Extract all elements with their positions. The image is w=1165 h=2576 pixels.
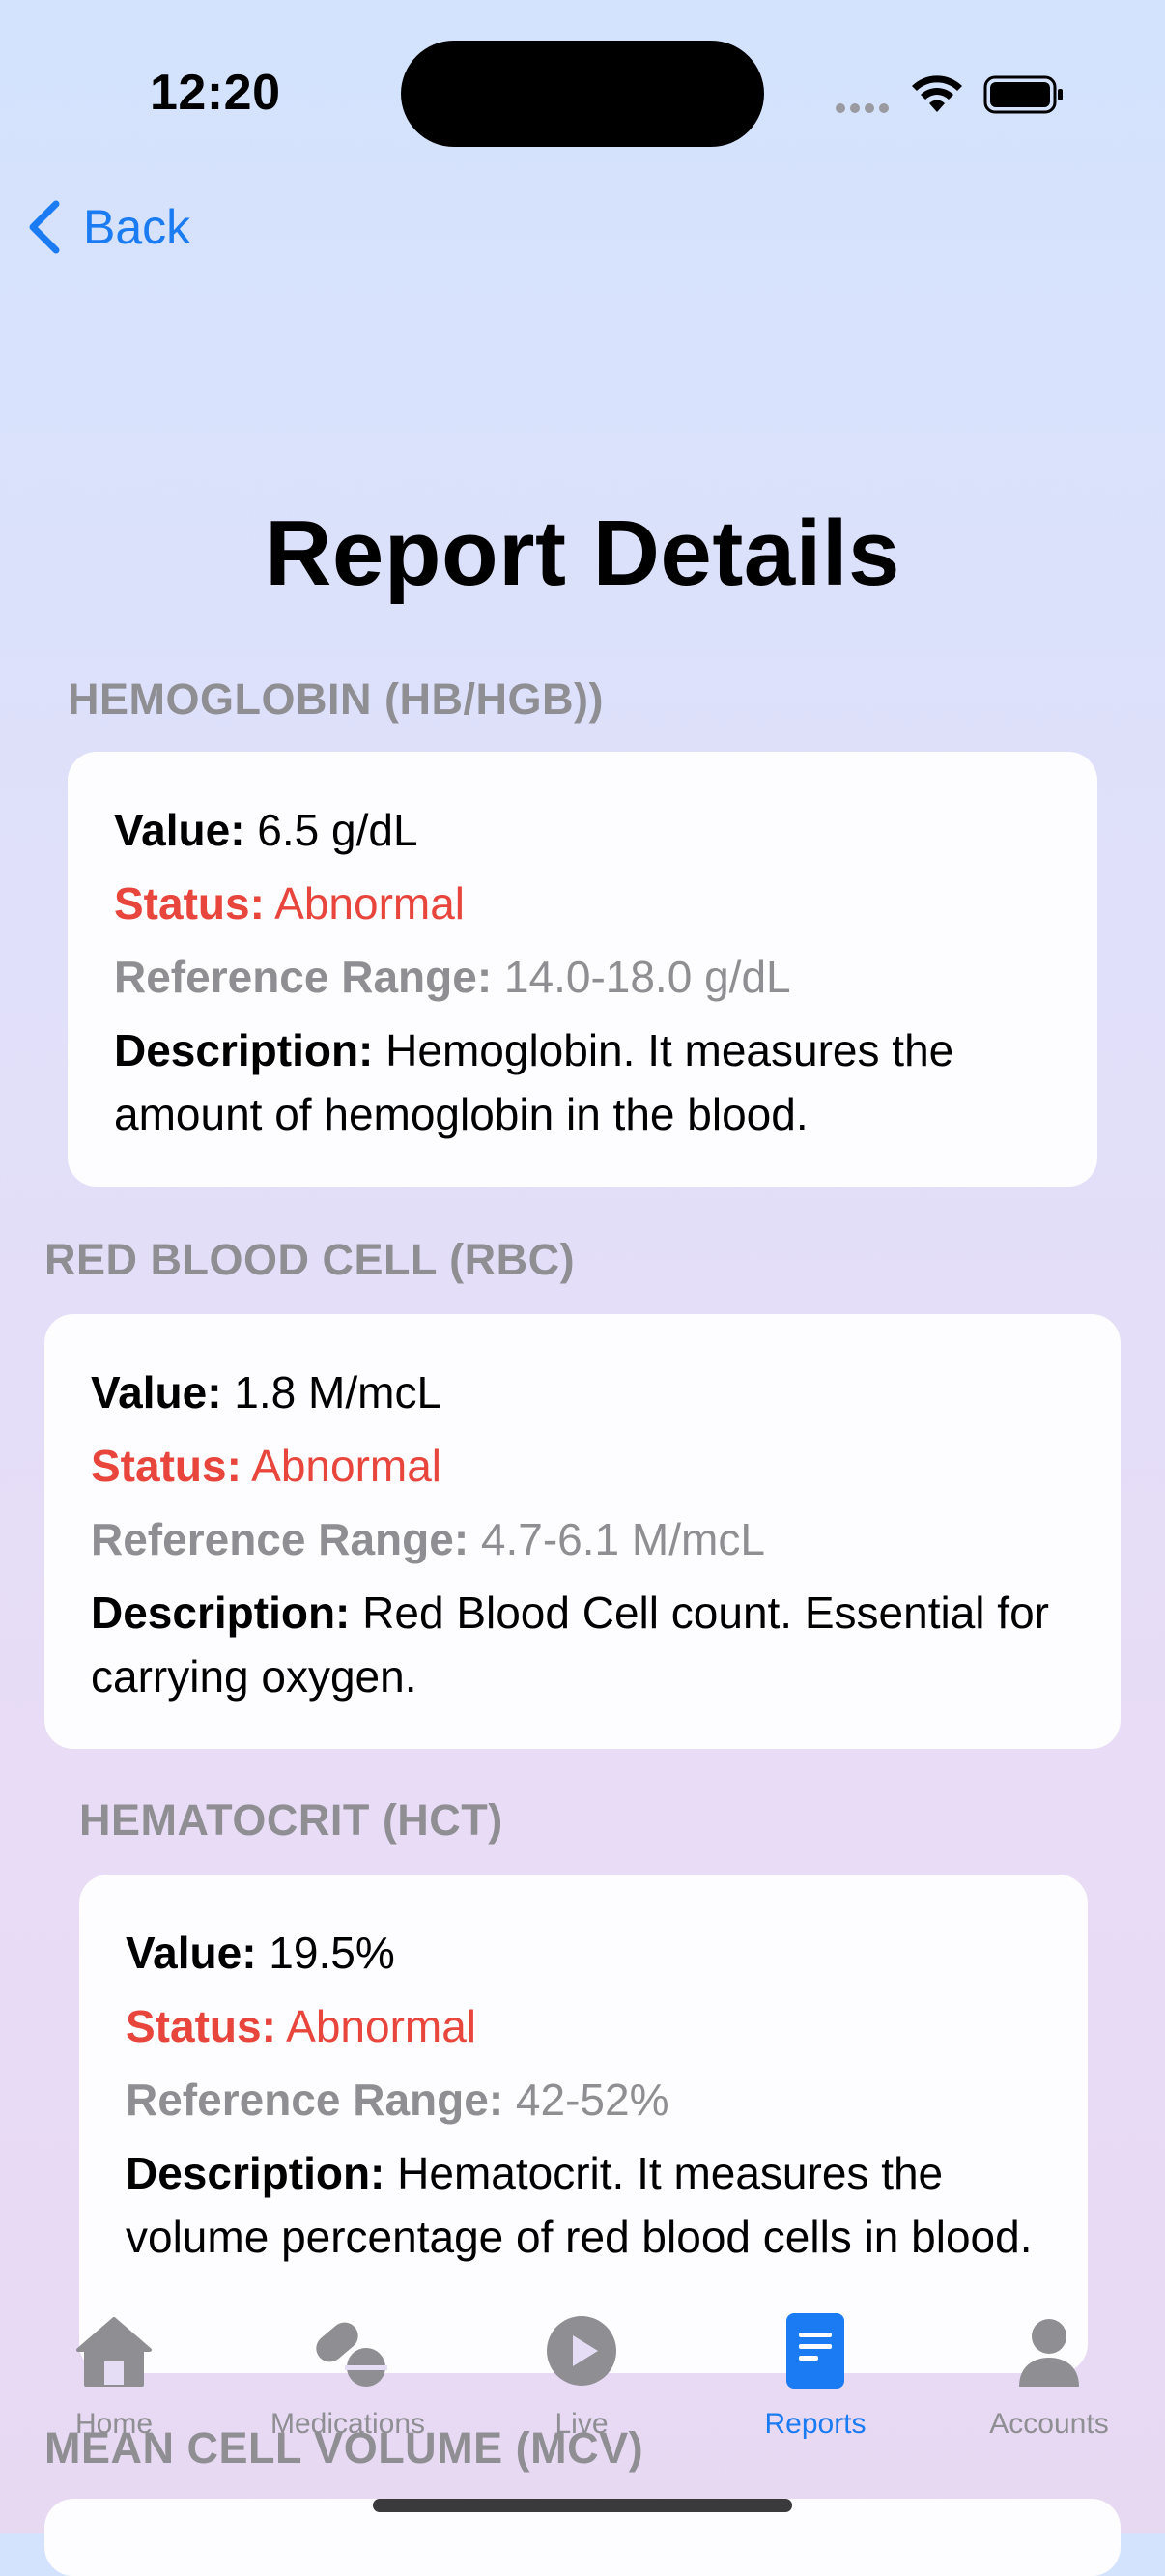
status-bar: 12:20: [0, 0, 1165, 184]
status-label: Status:: [126, 2001, 276, 2051]
house-icon: [76, 2317, 152, 2387]
pills-icon: [316, 2322, 387, 2387]
value-row: Value: 1.8 M/mcL: [91, 1360, 1076, 1424]
status-time: 12:20: [150, 65, 281, 121]
home-indicator[interactable]: [373, 2499, 792, 2512]
reference-range-text: 14.0-18.0 g/dL: [503, 952, 791, 1002]
value-row: Value: 19.5%: [126, 1921, 1043, 1985]
reference-range-text: 4.7-6.1 M/mcL: [480, 1514, 765, 1564]
status-text: Abnormal: [274, 878, 466, 929]
reference-range-row: Reference Range: 4.7-6.1 M/mcL: [91, 1507, 1076, 1571]
reference-range-text: 42-52%: [515, 2075, 669, 2125]
report-card-hemoglobin: Value: 6.5 g/dL Status: Abnormal Referen…: [68, 752, 1097, 1187]
reference-range-label: Reference Range:: [126, 2075, 504, 2125]
status-row: Status: Abnormal: [126, 1994, 1043, 2058]
status-row: Status: Abnormal: [114, 872, 1053, 935]
status-row: Status: Abnormal: [91, 1434, 1076, 1498]
description-row: Description: Hematocrit. It measures the…: [126, 2141, 1043, 2269]
tab-reports[interactable]: Reports: [719, 2300, 912, 2441]
status-text: Abnormal: [251, 1441, 442, 1491]
section-title-hemoglobin: HEMOGLOBIN (HB/HGB)): [68, 674, 604, 724]
tab-medications[interactable]: Medications: [251, 2300, 444, 2441]
tab-home[interactable]: Home: [17, 2300, 211, 2441]
person-icon: [1019, 2319, 1079, 2387]
reference-range-row: Reference Range: 14.0-18.0 g/dL: [114, 945, 1053, 1009]
description-label: Description:: [114, 1025, 374, 1075]
back-label: Back: [83, 200, 191, 254]
battery-icon: [983, 75, 1063, 114]
value-label: Value:: [91, 1367, 222, 1417]
document-icon: [786, 2313, 844, 2389]
reference-range-label: Reference Range:: [91, 1514, 469, 1564]
status-text: Abnormal: [286, 2001, 477, 2051]
back-button[interactable]: Back: [23, 193, 190, 261]
value-label: Value:: [126, 1928, 257, 1978]
report-card-hematocrit: Value: 19.5% Status: Abnormal Reference …: [79, 1875, 1088, 2373]
tab-live[interactable]: Live: [485, 2300, 678, 2441]
status-label: Status:: [114, 878, 265, 929]
value-text: 1.8 M/mcL: [234, 1367, 442, 1417]
value-label: Value:: [114, 805, 245, 855]
dynamic-island: [401, 41, 764, 147]
tab-accounts[interactable]: Accounts: [952, 2300, 1146, 2441]
page-title: Report Details: [265, 501, 900, 605]
chevron-left-icon: [29, 200, 60, 254]
value-row: Value: 6.5 g/dL: [114, 798, 1053, 862]
section-title-hematocrit: HEMATOCRIT (HCT): [79, 1795, 503, 1845]
reference-range-label: Reference Range:: [114, 952, 493, 1002]
description-label: Description:: [126, 2148, 385, 2198]
tab-reports-label: Reports: [764, 2408, 867, 2440]
description-row: Description: Red Blood Cell count. Essen…: [91, 1581, 1076, 1708]
tab-accounts-label: Accounts: [989, 2408, 1109, 2440]
value-text: 19.5%: [269, 1928, 395, 1978]
value-text: 6.5 g/dL: [257, 805, 418, 855]
reference-range-row: Reference Range: 42-52%: [126, 2068, 1043, 2132]
wifi-icon: [912, 75, 962, 112]
description-row: Description: Hemoglobin. It measures the…: [114, 1018, 1053, 1146]
cellular-signal-icon: [836, 103, 889, 113]
status-label: Status:: [91, 1441, 242, 1491]
section-title-mean-cell-volume: MEAN CELL VOLUME (MCV): [44, 2423, 644, 2473]
play-circle-icon: [547, 2316, 616, 2386]
section-title-red-blood-cell: RED BLOOD CELL (RBC): [44, 1235, 576, 1284]
report-card-red-blood-cell: Value: 1.8 M/mcL Status: Abnormal Refere…: [44, 1314, 1121, 1749]
description-label: Description:: [91, 1588, 351, 1638]
